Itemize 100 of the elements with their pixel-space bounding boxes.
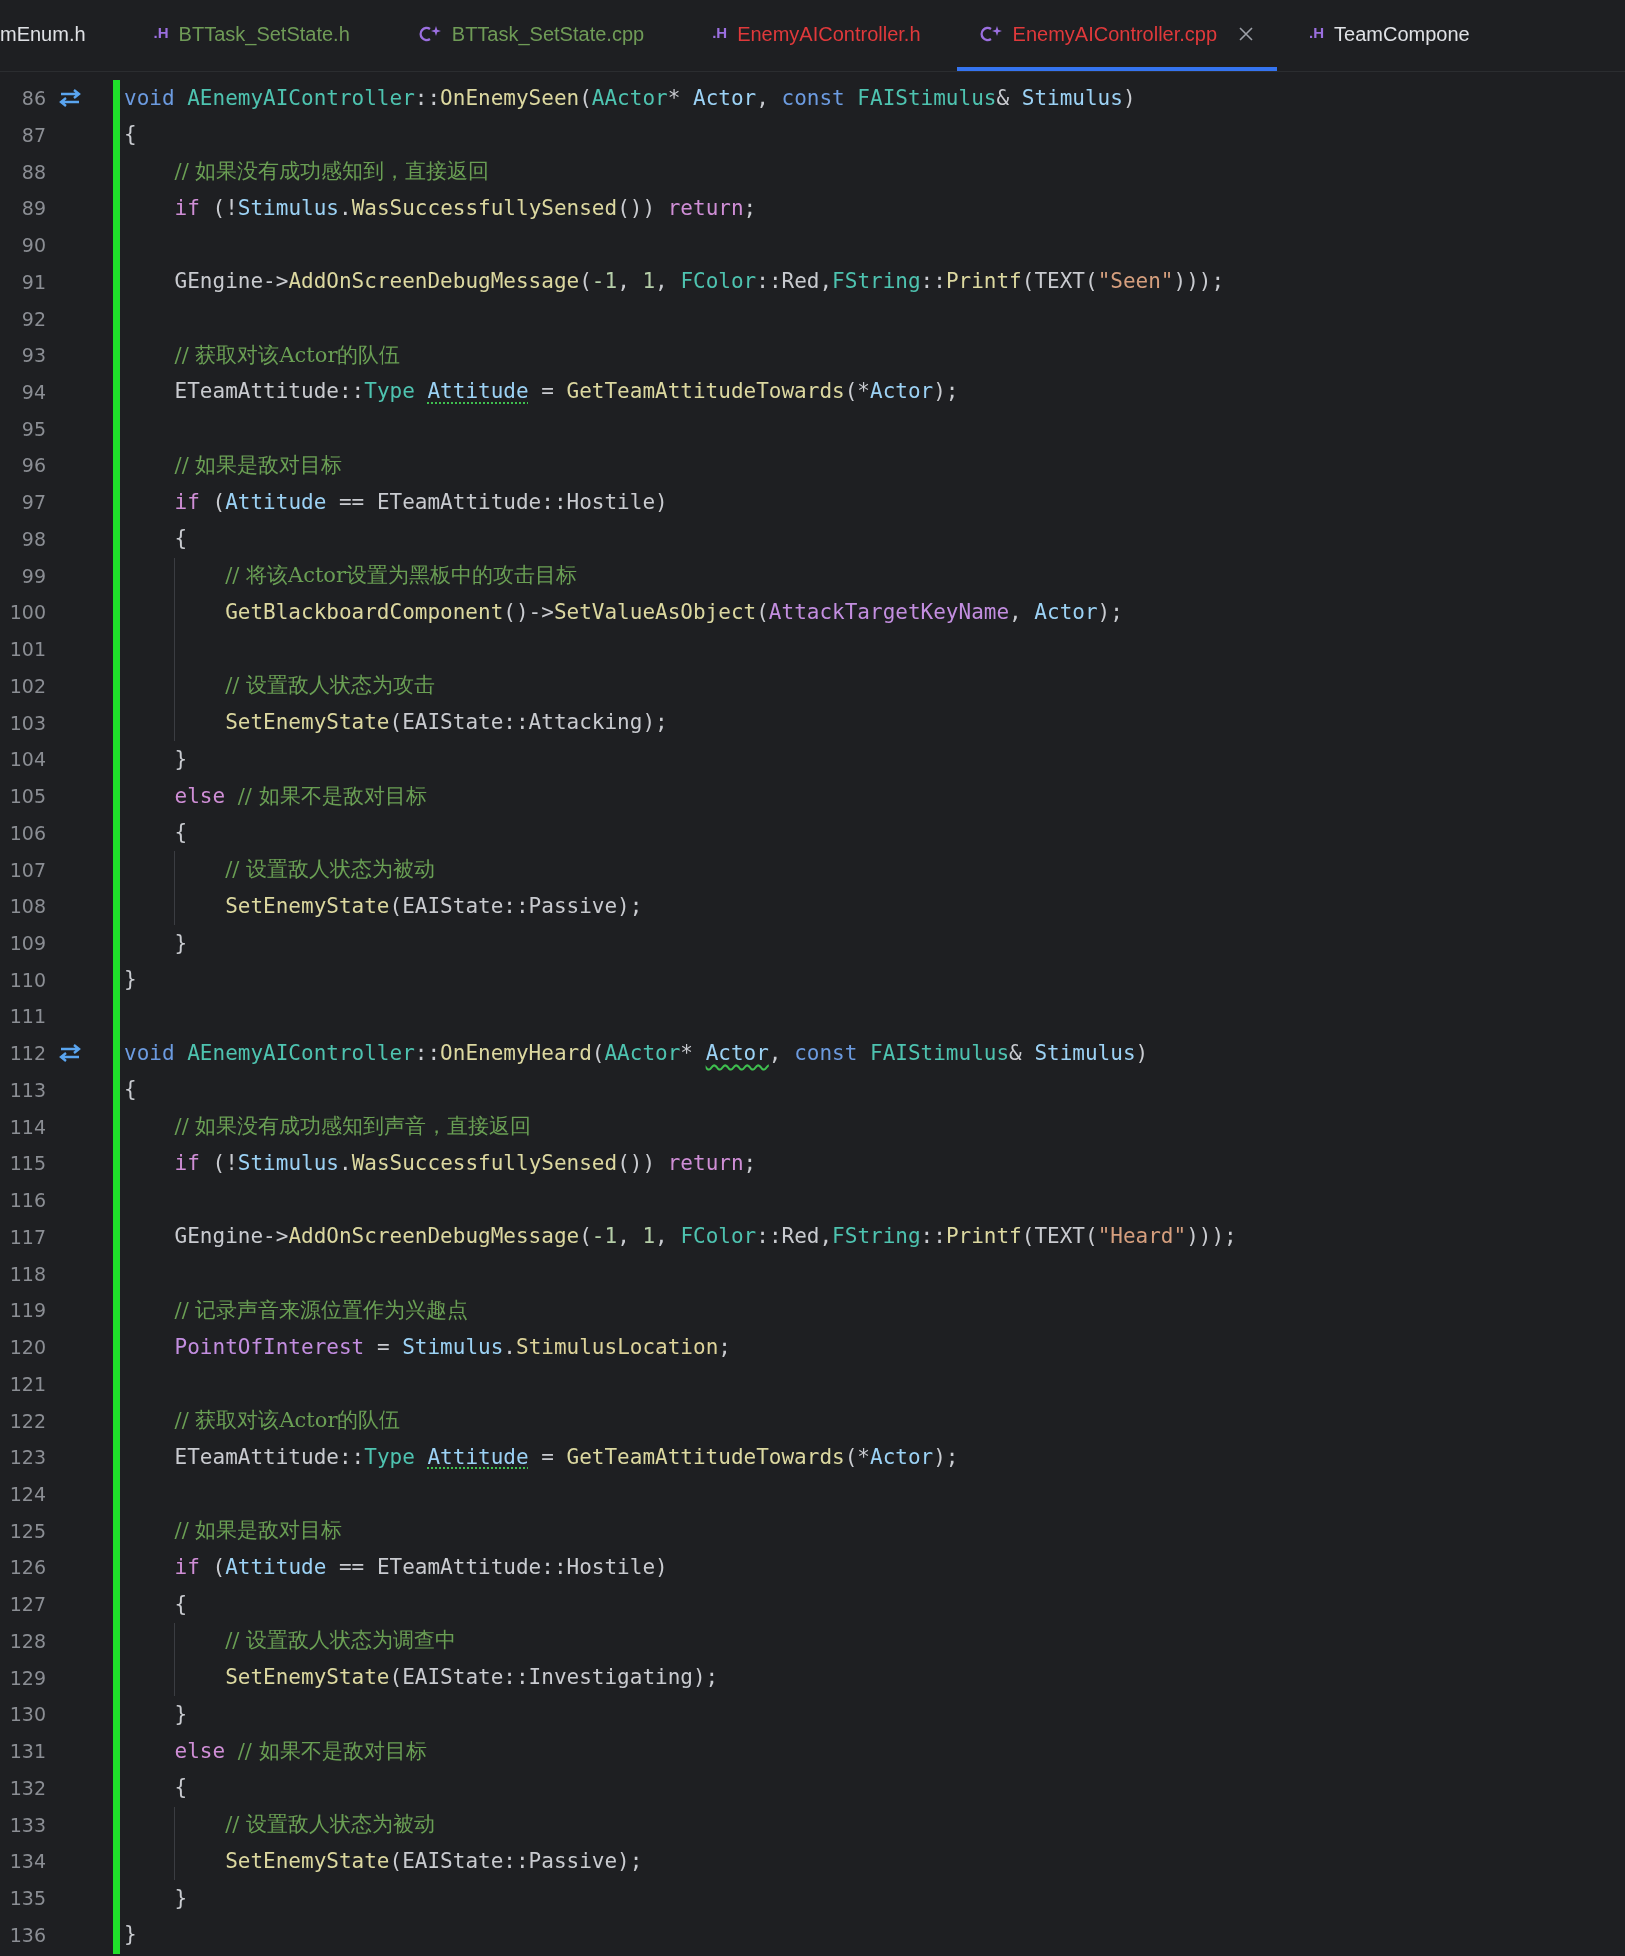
- code-line: {: [124, 121, 137, 149]
- header-file-icon: .H: [153, 22, 169, 45]
- code-line: {: [174, 1590, 188, 1618]
- line-number: 111: [8, 1004, 46, 1030]
- code-line: GEngine->AddOnScreenDebugMessage(-1, 1, FColor::Red,FString::Printf(TEXT("Seen")));: [174, 268, 1225, 296]
- code-line: if (Attitude == ETeamAttitude::Hostile): [174, 488, 668, 516]
- line-number: 108: [8, 894, 46, 920]
- code-line: // 如果没有成功感知到声音，直接返回: [174, 1113, 532, 1141]
- code-line: // 记录声音来源位置作为兴趣点: [174, 1296, 469, 1324]
- code-line: ETeamAttitude::Type Attitude = GetTeamAttitudeTowards(*Actor);: [174, 1443, 959, 1471]
- editor-tab[interactable]: .H BTTask_SetState.h: [121, 0, 386, 71]
- code-line: // 获取对该Actor的队伍: [174, 341, 401, 369]
- line-number: 96: [20, 453, 46, 479]
- code-line: SetEnemyState(EAIState::Passive);: [225, 1847, 643, 1875]
- code-line: SetEnemyState(EAIState::Passive);: [225, 892, 643, 920]
- line-number: 93: [20, 343, 46, 369]
- line-number: 131: [8, 1739, 46, 1765]
- code-line: // 如果是敌对目标: [174, 1517, 343, 1545]
- code-line: if (!Stimulus.WasSuccessfullySensed()) return;: [174, 1149, 757, 1177]
- line-number: 109: [8, 931, 46, 956]
- line-number: 118: [8, 1261, 46, 1287]
- line-number: 135: [8, 1886, 46, 1912]
- code-line: else // 如果不是敌对目标: [174, 1737, 427, 1765]
- line-number: 123: [8, 1445, 46, 1471]
- header-file-icon: .H: [712, 22, 728, 45]
- line-number: 99: [20, 563, 46, 589]
- line-number: 91: [20, 269, 46, 295]
- line-number: 95: [20, 416, 46, 442]
- code-line: ETeamAttitude::Type Attitude = GetTeamAttitudeTowards(*Actor);: [174, 378, 959, 406]
- line-number: 87: [20, 122, 46, 148]
- line-number: 106: [8, 820, 46, 846]
- line-number: 100: [8, 600, 46, 626]
- code-line: // 将该Actor设置为黑板中的攻击目标: [225, 562, 578, 590]
- line-number: 102: [8, 673, 46, 699]
- line-number: 129: [8, 1665, 46, 1691]
- line-number: 98: [20, 526, 46, 552]
- editor-tab[interactable]: .H TeamCompone: [1277, 0, 1506, 71]
- code-line: {: [124, 1076, 137, 1104]
- swap-arrows-icon[interactable]: [58, 1043, 82, 1064]
- code-line: }: [124, 1921, 137, 1949]
- code-line: // 设置敌人状态为攻击: [225, 672, 435, 700]
- line-number: 113: [8, 1077, 46, 1103]
- line-number: 119: [8, 1298, 46, 1324]
- code-line: // 获取对该Actor的队伍: [174, 1407, 401, 1435]
- line-number: 117: [8, 1224, 46, 1250]
- code-line: // 设置敌人状态为调查中: [225, 1627, 456, 1655]
- code-line: if (Attitude == ETeamAttitude::Hostile): [174, 1554, 668, 1581]
- line-number: 110: [8, 967, 46, 993]
- line-number: 90: [20, 233, 46, 259]
- code-line: // 如果没有成功感知到，直接返回: [174, 158, 490, 186]
- code-line: SetEnemyState(EAIState::Attacking);: [225, 709, 668, 737]
- line-number: 132: [8, 1775, 46, 1801]
- line-number: 89: [20, 196, 46, 222]
- line-number: 92: [20, 306, 46, 332]
- code-line: void AEnemyAIController::OnEnemyHeard(AActor* Actor, const FAIStimulus& Stimulus): [124, 1039, 1149, 1067]
- line-number: 120: [8, 1335, 46, 1361]
- line-number: 104: [8, 747, 46, 773]
- code-line: void AEnemyAIController::OnEnemySeen(AActor* Actor, const FAIStimulus& Stimulus): [124, 84, 1136, 112]
- line-number: 125: [8, 1518, 46, 1544]
- line-number: 133: [8, 1812, 46, 1838]
- code-line: {: [174, 1774, 188, 1802]
- line-number: 130: [8, 1702, 46, 1728]
- editor-tab[interactable]: mEnum.h: [0, 0, 122, 71]
- code-line: if (!Stimulus.WasSuccessfullySensed()) return;: [174, 194, 757, 222]
- line-number: 86: [20, 86, 46, 112]
- line-number: 124: [8, 1482, 46, 1507]
- line-number: 88: [20, 159, 46, 185]
- code-line: GEngine->AddOnScreenDebugMessage(-1, 1, FColor::Red,FString::Printf(TEXT("Heard")));: [174, 1223, 1237, 1251]
- editor-tab[interactable]: .H EnemyAIController.h: [680, 0, 957, 71]
- line-number: 112: [8, 1041, 46, 1067]
- line-number: 134: [8, 1849, 46, 1875]
- line-number: 101: [8, 637, 46, 663]
- line-number: 107: [8, 857, 46, 883]
- code-line: // 如果是敌对目标: [174, 451, 343, 479]
- line-number: 114: [8, 1114, 46, 1140]
- line-number: 103: [8, 710, 46, 736]
- code-line: // 设置敌人状态为被动: [225, 1811, 435, 1839]
- code-line: }: [124, 966, 137, 994]
- line-number: 128: [8, 1628, 46, 1654]
- line-number: 136: [8, 1922, 46, 1948]
- code-line: GetBlackboardComponent()->SetValueAsObject(AttackTargetKeyName, Actor);: [225, 598, 1123, 626]
- code-line: {: [174, 525, 188, 553]
- code-line: }: [174, 1700, 188, 1728]
- line-number: 97: [20, 490, 46, 516]
- code-line: }: [174, 929, 188, 957]
- line-number: 126: [8, 1555, 46, 1581]
- header-file-icon: .H: [1309, 22, 1325, 45]
- line-number: 121: [8, 1371, 46, 1397]
- code-line: PointOfInterest = Stimulus.StimulusLocation;: [174, 1333, 731, 1361]
- line-number: 94: [20, 380, 46, 405]
- swap-arrows-icon[interactable]: [58, 88, 82, 109]
- code-line: else // 如果不是敌对目标: [174, 782, 427, 810]
- line-number: 122: [8, 1408, 46, 1434]
- code-line: }: [174, 745, 188, 773]
- code-line: }: [174, 1884, 188, 1912]
- editor-tab[interactable]: BTTask_SetState.cpp: [385, 0, 681, 71]
- close-icon[interactable]: [1239, 26, 1254, 41]
- code-line: SetEnemyState(EAIState::Investigating);: [225, 1664, 719, 1692]
- line-number: 127: [8, 1592, 46, 1618]
- code-line: {: [174, 819, 188, 847]
